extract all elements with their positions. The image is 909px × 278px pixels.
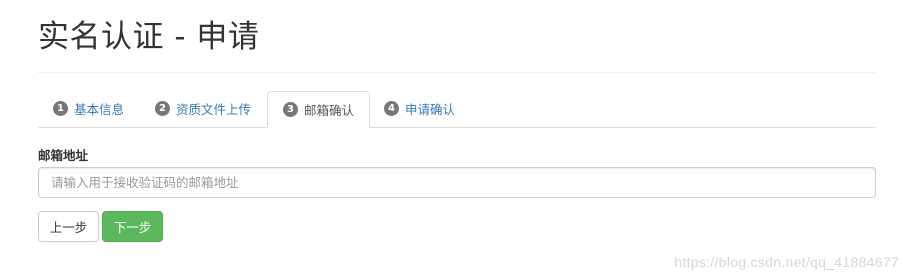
step-tabs: 1 基本信息 2 资质文件上传 3 邮箱确认 4 申请确认 xyxy=(38,91,876,128)
next-step-button[interactable]: 下一步 xyxy=(102,211,163,242)
tab-document-upload[interactable]: 2 资质文件上传 xyxy=(140,91,266,126)
tab-email-confirm[interactable]: 3 邮箱确认 xyxy=(267,91,371,128)
tab-label: 邮箱确认 xyxy=(304,103,355,118)
step-number-badge: 2 xyxy=(155,101,170,116)
tab-label: 申请确认 xyxy=(405,102,456,117)
previous-step-button[interactable]: 上一步 xyxy=(38,211,99,242)
tab-basic-info[interactable]: 1 基本信息 xyxy=(38,91,139,126)
watermark-text: https://blog.csdn.net/qq_41884677 xyxy=(674,254,899,270)
tab-application-confirm[interactable]: 4 申请确认 xyxy=(369,91,470,126)
page-header: 实名认证 - 申请 xyxy=(38,14,876,73)
page-root: 实名认证 - 申请 1 基本信息 2 资质文件上传 3 邮箱确认 4 申请确认 … xyxy=(0,0,909,278)
step-number-badge: 4 xyxy=(384,101,399,116)
email-field[interactable] xyxy=(38,167,876,198)
page-title: 实名认证 - 申请 xyxy=(38,19,260,55)
step-number-badge: 1 xyxy=(53,101,68,116)
step-number-badge: 3 xyxy=(283,102,298,117)
tab-label: 基本信息 xyxy=(74,102,125,117)
tab-label: 资质文件上传 xyxy=(176,102,252,117)
email-field-label: 邮箱地址 xyxy=(38,148,89,163)
